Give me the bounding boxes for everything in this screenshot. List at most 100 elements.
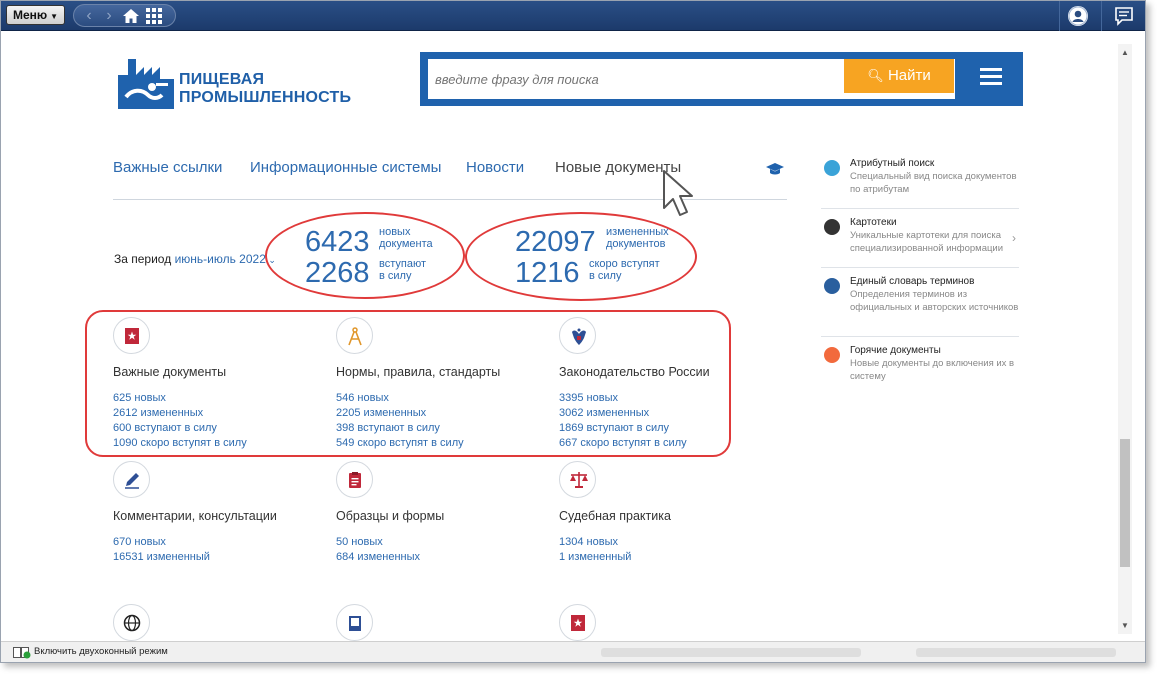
category-russian-legislation[interactable]: Законодательство России 3395 новых 3062 … [559,317,759,451]
menu-button[interactable]: Меню ▼ [6,5,66,25]
user-icon[interactable] [1068,6,1088,26]
nav-group: ‹ › [73,4,176,27]
sidebar-item-desc: Определения терминов из официальных и ав… [850,289,1019,313]
category-changed-link[interactable]: 1 измененный [559,550,759,565]
category-featured[interactable] [559,604,759,641]
highlight-ellipse [265,212,465,299]
sidebar-divider [821,267,1019,268]
category-title: Нормы, правила, стандарты [336,365,501,379]
category-new-link[interactable]: 1304 новых [559,535,759,550]
period-selector[interactable]: За период июнь-июль 2022 ⌄ [114,252,276,266]
category-important-docs[interactable]: Важные документы 625 новых 2612 измененн… [113,317,313,451]
hamburger-menu-icon[interactable] [980,68,1002,86]
category-effective-link[interactable]: 600 вступают в силу [113,421,313,436]
period-value[interactable]: июнь-июль 2022 [175,252,266,266]
search-bar: 🔍︎ Найти [420,52,1023,106]
category-norms[interactable]: Нормы, правила, стандарты 546 новых 2205… [336,317,536,451]
card-index-icon [824,219,840,235]
mouse-cursor-icon [661,168,697,220]
forward-icon[interactable]: › [102,6,116,26]
app-window: Меню ▼ ‹ › ПИЩЕВАЯ ПРОМЫШЛЕННОСТЬ введит… [0,0,1146,663]
sidebar-item-desc: Уникальные картотеки для поиска специали… [850,230,1004,254]
search-icon: 🔍︎ [867,68,884,83]
category-new-link[interactable]: 625 новых [113,391,313,406]
category-soon-link[interactable]: 1090 скоро вступят в силу [113,436,313,451]
brand-name[interactable]: ПИЩЕВАЯ ПРОМЫШЛЕННОСТЬ [179,71,351,107]
apps-grid-icon[interactable] [146,7,162,24]
dual-window-toggle[interactable]: Включить двухоконный режим [34,646,168,657]
back-icon[interactable]: ‹ [82,6,96,26]
period-label: За период [114,252,172,266]
factory-logo-icon[interactable] [116,53,176,111]
category-changed-link[interactable]: 684 измененных [336,550,536,565]
clipboard-icon [336,461,373,498]
globe-icon [113,604,150,641]
category-changed-link[interactable]: 2612 измененных [113,406,313,421]
category-international[interactable] [113,604,313,641]
toolbar-divider [1059,1,1060,31]
book-icon [336,604,373,641]
scroll-thumb[interactable] [1120,439,1130,567]
sidebar-item-dictionary[interactable]: Единый словарь терминов Определения терм… [821,276,1021,336]
category-title: Законодательство России [559,365,710,379]
sidebar-item-title: Горячие документы [850,345,941,356]
sidebar-item-title: Картотеки [850,217,897,228]
home-icon[interactable] [122,8,140,24]
category-changed-link[interactable]: 16531 измененный [113,550,313,565]
sidebar-item-desc: Новые документы до включения их в систем… [850,358,1015,382]
sidebar-item-hot-docs[interactable]: Горячие документы Новые документы до вкл… [821,345,1021,390]
compass-icon [336,317,373,354]
feedback-icon[interactable] [1114,6,1134,26]
category-changed-link[interactable]: 3062 измененных [559,406,759,421]
category-new-link[interactable]: 546 новых [336,391,536,406]
tab-information-systems[interactable]: Информационные системы [250,159,441,176]
category-soon-link[interactable]: 549 скоро вступят в силу [336,436,536,451]
sidebar-item-card-index[interactable]: Картотеки Уникальные картотеки для поиск… [821,217,1021,267]
scales-icon [559,461,596,498]
category-new-link[interactable]: 3395 новых [559,391,759,406]
sidebar-item-attribute-search[interactable]: Атрибутный поиск Специальный вид поиска … [821,158,1021,208]
sidebar-item-title: Единый словарь терминов [850,276,975,287]
status-bar: Включить двухоконный режим [1,641,1145,662]
category-changed-link[interactable]: 2205 измененных [336,406,536,421]
tab-important-links[interactable]: Важные ссылки [113,159,222,176]
sidebar-item-title: Атрибутный поиск [850,158,935,169]
category-court-practice[interactable]: Судебная практика 1304 новых 1 измененны… [559,461,759,565]
vertical-scrollbar[interactable]: ▲ ▼ [1118,44,1132,634]
attribute-search-icon [824,160,840,176]
category-effective-link[interactable]: 1869 вступают в силу [559,421,759,436]
search-button-label: Найти [887,67,931,84]
coat-of-arms-icon [559,317,596,354]
brand-line-2: ПРОМЫШЛЕННОСТЬ [179,89,352,106]
category-reference[interactable] [336,604,536,641]
chevron-right-icon[interactable]: › [1012,231,1016,245]
category-new-link[interactable]: 670 новых [113,535,313,550]
category-title: Важные документы [113,365,227,379]
category-title: Судебная практика [559,509,671,523]
status-info [601,648,861,657]
toolbar-divider [1101,1,1102,31]
highlight-ellipse [465,212,697,301]
caret-down-icon: ▼ [50,12,59,21]
dual-window-icon[interactable] [13,646,31,659]
category-comments[interactable]: Комментарии, консультации 670 новых 1653… [113,461,313,565]
category-effective-link[interactable]: 398 вступают в силу [336,421,536,436]
pen-icon [113,461,150,498]
category-soon-link[interactable]: 667 скоро вступят в силу [559,436,759,451]
brand-line-1: ПИЩЕВАЯ [179,71,265,88]
category-new-link[interactable]: 50 новых [336,535,536,550]
search-button[interactable]: 🔍︎ Найти [844,59,954,93]
sidebar-divider [821,336,1019,337]
scroll-down-icon[interactable]: ▼ [1121,621,1129,630]
scroll-up-icon[interactable]: ▲ [1121,48,1129,57]
tab-news[interactable]: Новости [466,159,524,176]
graduation-cap-icon[interactable] [765,161,785,177]
category-forms[interactable]: Образцы и формы 50 новых 684 измененных [336,461,536,565]
top-toolbar: Меню ▼ ‹ › [1,1,1145,31]
sidebar-item-desc: Специальный вид поиска документов по атр… [850,171,1017,195]
category-title: Образцы и формы [336,509,445,523]
bookmark-star-icon [559,604,596,641]
dictionary-icon [824,278,840,294]
menu-label: Меню [13,8,48,22]
category-title: Комментарии, консультации [113,509,277,523]
